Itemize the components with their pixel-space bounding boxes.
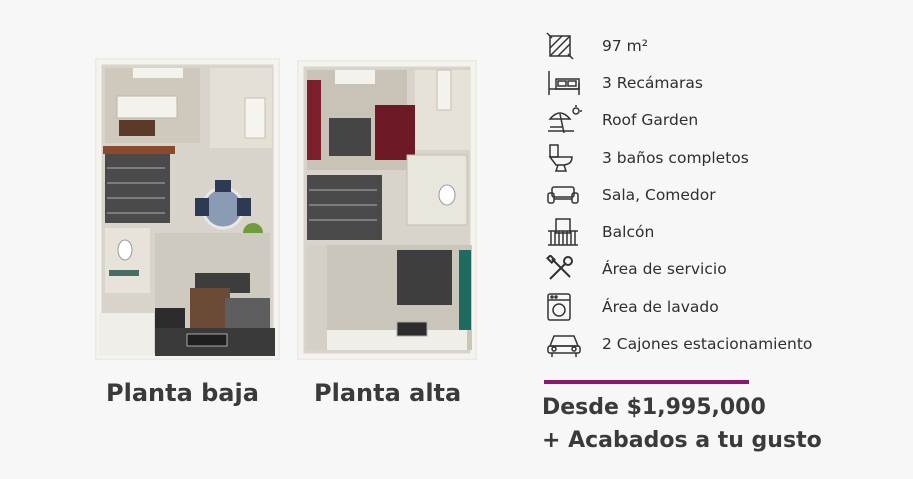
features-list: 97 m² 3 Recámaras Roof Garden 3 baños co… — [546, 27, 812, 363]
feature-area: 97 m² — [546, 27, 812, 64]
feature-laundry-label: Área de lavado — [602, 297, 719, 316]
umbrella-sun-icon — [546, 104, 586, 136]
feature-roof-garden-label: Roof Garden — [602, 111, 699, 130]
feature-area-label: 97 m² — [602, 36, 648, 55]
feature-balcony: Balcón — [546, 213, 812, 250]
accent-divider — [544, 380, 749, 384]
upper-floor-title: Planta alta — [314, 379, 462, 407]
feature-service-area: Área de servicio — [546, 251, 812, 288]
ground-floor-plan — [95, 58, 280, 360]
ground-floor-render — [95, 58, 280, 360]
feature-balcony-label: Balcón — [602, 223, 655, 242]
feature-living-label: Sala, Comedor — [602, 185, 716, 204]
washing-machine-icon — [546, 291, 586, 323]
feature-service-area-label: Área de servicio — [602, 260, 727, 279]
price-text: Desde $1,995,000 — [542, 395, 766, 420]
feature-parking: 2 Cajones estacionamiento — [546, 325, 812, 362]
bed-icon — [546, 67, 586, 99]
feature-laundry: Área de lavado — [546, 288, 812, 325]
upper-floor-render — [297, 60, 477, 360]
feature-roof-garden: Roof Garden — [546, 102, 812, 139]
balcony-icon — [546, 216, 586, 248]
feature-parking-label: 2 Cajones estacionamiento — [602, 335, 813, 354]
car-icon — [546, 328, 586, 360]
feature-bedrooms-label: 3 Recámaras — [602, 73, 703, 92]
ground-floor-title: Planta baja — [106, 379, 259, 407]
area-icon — [546, 30, 586, 62]
tools-icon — [546, 253, 586, 285]
sofa-icon — [546, 179, 586, 211]
finishes-text: + Acabados a tu gusto — [542, 428, 822, 453]
upper-floor-plan — [297, 60, 477, 360]
toilet-icon — [546, 142, 586, 174]
feature-bathrooms: 3 baños completos — [546, 139, 812, 176]
feature-bathrooms-label: 3 baños completos — [602, 148, 749, 167]
feature-living: Sala, Comedor — [546, 176, 812, 213]
feature-bedrooms: 3 Recámaras — [546, 64, 812, 101]
